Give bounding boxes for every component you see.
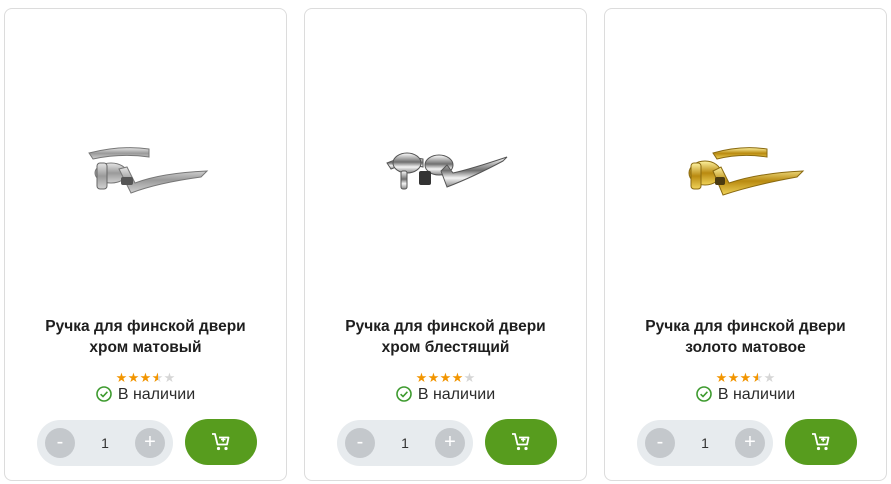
product-title-line2: золото матовое (685, 339, 806, 356)
check-circle-icon (696, 386, 712, 402)
increase-button[interactable]: + (735, 428, 765, 458)
product-title[interactable]: Ручка для финской двери хром блестящий (315, 316, 576, 358)
star-icon: ★ (451, 370, 464, 385)
cart-icon (512, 433, 530, 451)
product-image[interactable] (61, 101, 231, 231)
door-handle-image (688, 147, 805, 196)
quantity-value[interactable]: 1 (77, 434, 133, 452)
product-title-line1: Ручка для финской двери (345, 318, 546, 335)
star-icon: ★ (715, 370, 728, 385)
product-card[interactable]: Ручка для финской двери хром блестящий ★… (304, 8, 587, 481)
product-title[interactable]: Ручка для финской двери золото матовое (615, 316, 876, 358)
star-icon: ★ (151, 370, 164, 385)
product-image[interactable] (361, 101, 531, 231)
cart-icon (812, 433, 830, 451)
increase-button[interactable]: + (435, 428, 465, 458)
product-grid: Ручка для финской двери хром матовый ★★★… (0, 0, 891, 484)
quantity-value[interactable]: 1 (677, 434, 733, 452)
quantity-stepper: - 1 + (37, 420, 173, 466)
star-icon: ★ (139, 370, 152, 385)
stock-label: В наличии (117, 386, 196, 403)
star-icon: ★ (739, 370, 752, 385)
stock-status: В наличии (305, 385, 586, 405)
star-icon: ★ (727, 370, 740, 385)
rating-stars: ★★★★★ (305, 370, 586, 386)
quantity-stepper: - 1 + (637, 420, 773, 466)
star-icon: ★ (463, 370, 476, 385)
stock-label: В наличии (717, 386, 796, 403)
product-title[interactable]: Ручка для финской двери хром матовый (15, 316, 276, 358)
stock-status: В наличии (605, 385, 886, 405)
star-icon: ★ (127, 370, 140, 385)
star-icon: ★ (427, 370, 440, 385)
check-circle-icon (96, 386, 112, 402)
product-title-line2: хром блестящий (381, 339, 510, 356)
door-handle-image (386, 152, 508, 190)
product-card[interactable]: Ручка для финской двери золото матовое ★… (604, 8, 887, 481)
door-handle-image (88, 147, 209, 194)
stock-status: В наличии (5, 385, 286, 405)
quantity-stepper: - 1 + (337, 420, 473, 466)
increase-button[interactable]: + (135, 428, 165, 458)
decrease-button[interactable]: - (645, 428, 675, 458)
product-title-line1: Ручка для финской двери (45, 318, 246, 335)
decrease-button[interactable]: - (345, 428, 375, 458)
product-title-line1: Ручка для финской двери (645, 318, 846, 335)
check-circle-icon (396, 386, 412, 402)
quantity-value[interactable]: 1 (377, 434, 433, 452)
product-title-line2: хром матовый (89, 339, 202, 356)
star-icon: ★ (763, 370, 776, 385)
add-to-cart-button[interactable] (485, 419, 557, 465)
star-icon: ★ (163, 370, 176, 385)
rating-stars: ★★★★★ (605, 370, 886, 386)
star-icon: ★ (751, 370, 764, 385)
add-to-cart-button[interactable] (185, 419, 257, 465)
product-card[interactable]: Ручка для финской двери хром матовый ★★★… (4, 8, 287, 481)
rating-stars: ★★★★★ (5, 370, 286, 386)
product-image[interactable] (661, 101, 831, 231)
star-icon: ★ (115, 370, 128, 385)
star-icon: ★ (439, 370, 452, 385)
stock-label: В наличии (417, 386, 496, 403)
star-icon: ★ (415, 370, 428, 385)
cart-icon (212, 433, 230, 451)
decrease-button[interactable]: - (45, 428, 75, 458)
add-to-cart-button[interactable] (785, 419, 857, 465)
